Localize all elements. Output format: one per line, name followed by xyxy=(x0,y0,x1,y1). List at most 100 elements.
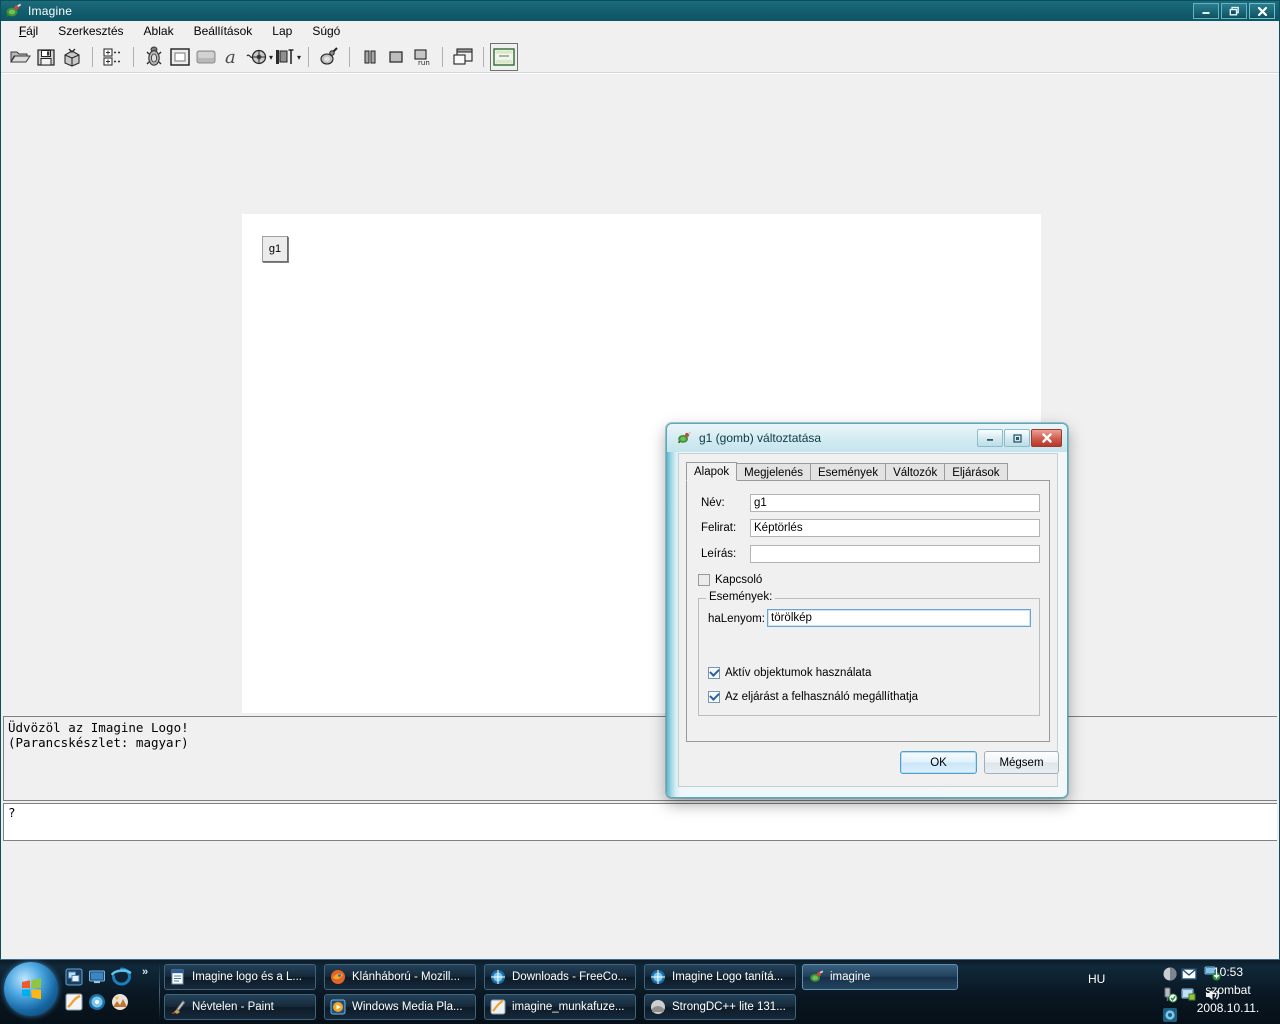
pages-list-icon[interactable] xyxy=(100,44,126,70)
cancel-button[interactable]: Mégsem xyxy=(984,751,1059,774)
toolbar-separator xyxy=(133,47,134,67)
task-button-word[interactable]: Imagine logo és a L... xyxy=(164,964,316,990)
page-client-area: g1 Üdvözöl az Imagine Logo! (Parancskész… xyxy=(2,73,1278,859)
task-button-wmp[interactable]: Windows Media Pla... xyxy=(324,994,476,1020)
menu-item-lap[interactable]: Lap xyxy=(262,22,302,40)
browser-globe-icon xyxy=(650,969,666,985)
package-icon[interactable] xyxy=(59,44,85,70)
dialog-titlebar: g1 (gomb) változtatása xyxy=(667,424,1067,452)
menu-item-fajl[interactable]: FFájl xyxy=(9,22,48,40)
menu-item-sugo[interactable]: Súgó xyxy=(302,22,350,40)
quicklaunch-chevron-icon[interactable]: » xyxy=(142,966,148,978)
g1-button[interactable]: g1 xyxy=(262,236,288,262)
tab-esemenyek[interactable]: Események xyxy=(810,463,887,481)
tab-alapok[interactable]: Alapok xyxy=(686,462,738,481)
switch-checkbox[interactable] xyxy=(698,574,710,586)
word-document-icon xyxy=(170,969,186,985)
dialog-tabstrip: Alapok Megjelenés Események Változók Elj… xyxy=(686,462,1050,481)
window-icon[interactable] xyxy=(450,44,476,70)
toolbar-separator xyxy=(483,47,485,67)
stop-icon[interactable] xyxy=(383,44,409,70)
toolbar-separator xyxy=(442,47,444,67)
task-button-firefox[interactable]: Klánháború - Mozill... xyxy=(324,964,476,990)
minimize-button[interactable] xyxy=(1193,3,1219,19)
onpress-label: haLenyom: xyxy=(708,613,765,625)
media-center-icon[interactable] xyxy=(88,993,106,1011)
window-controls xyxy=(1193,3,1275,19)
svg-text:run: run xyxy=(418,59,430,67)
dialog-close-button[interactable] xyxy=(1031,429,1062,447)
close-button[interactable] xyxy=(1249,3,1275,19)
dialog-tabpanel-alapok: Név: g1 Felirat: Képtörlés Leírás: Kapcs… xyxy=(686,480,1050,742)
description-input[interactable] xyxy=(750,545,1040,563)
tab-valtozok[interactable]: Változók xyxy=(885,463,946,481)
internet-explorer-icon[interactable] xyxy=(111,966,132,987)
photo-gallery-icon[interactable] xyxy=(111,993,129,1011)
volume-disk-icon[interactable] xyxy=(1162,966,1178,982)
menu-item-szerkesztes[interactable]: Szerkesztés xyxy=(48,22,133,40)
menu-item-beallitasok[interactable]: Beállítások xyxy=(184,22,263,40)
task-label: Windows Media Pla... xyxy=(352,1001,463,1013)
imagine-quick-icon[interactable] xyxy=(65,993,83,1011)
taskbar-divider xyxy=(159,963,160,1021)
dialog-minimize-button[interactable] xyxy=(977,429,1003,447)
task-button-imagine-tutorial[interactable]: Imagine Logo tanítá... xyxy=(644,964,796,990)
task-button-paint[interactable]: Névtelen - Paint xyxy=(164,994,316,1020)
clock[interactable]: 10:53 szombat 2008.10.11. xyxy=(1182,964,1274,1017)
show-desktop-icon[interactable] xyxy=(88,968,106,986)
tab-megjelenes[interactable]: Megjelenés xyxy=(736,463,811,481)
task-button-imagine-workbook[interactable]: imagine_munkafuze... xyxy=(484,994,636,1020)
user-can-stop-label: Az eljárást a felhasználó megállíthatja xyxy=(725,691,919,703)
onpress-input[interactable]: törölkép xyxy=(767,609,1031,627)
svg-text:a: a xyxy=(225,47,236,68)
panel-object-icon[interactable] xyxy=(193,44,219,70)
window-titlebar: Imagine xyxy=(1,1,1279,21)
command-prompt: ? xyxy=(8,805,16,820)
use-active-objects-row[interactable]: Aktív objektumok használata xyxy=(708,667,871,679)
text-object-icon[interactable]: a xyxy=(219,44,245,70)
menu-item-ablak[interactable]: Ablak xyxy=(134,22,184,40)
start-button[interactable] xyxy=(4,962,58,1016)
command-input[interactable]: ? xyxy=(3,803,1277,841)
antivirus-icon[interactable] xyxy=(1162,1007,1178,1023)
description-label: Leírás: xyxy=(701,548,737,560)
dialog-restore-button[interactable] xyxy=(1004,429,1030,447)
save-icon[interactable] xyxy=(33,44,59,70)
task-label: imagine xyxy=(830,971,871,983)
task-button-imagine-active[interactable]: imagine xyxy=(802,964,958,990)
usb-safe-remove-icon[interactable] xyxy=(1162,987,1178,1003)
button-object-icon[interactable] xyxy=(167,44,193,70)
toolbar-separator xyxy=(92,47,93,67)
switch-checkbox-row[interactable]: Kapcsoló xyxy=(698,574,762,586)
name-input[interactable]: g1 xyxy=(750,494,1040,512)
slider-object-icon[interactable] xyxy=(273,44,299,70)
run-icon[interactable]: run xyxy=(409,44,435,70)
open-icon[interactable] xyxy=(7,44,33,70)
media-object-icon[interactable] xyxy=(245,44,271,70)
events-group-title: Események: xyxy=(706,591,776,603)
pause-icon[interactable] xyxy=(357,44,383,70)
language-indicator[interactable]: HU xyxy=(1088,972,1105,986)
task-button-downloads[interactable]: Downloads - FreeCo... xyxy=(484,964,636,990)
switch-checkbox-label: Kapcsoló xyxy=(715,574,763,586)
clock-time: 10:53 xyxy=(1212,965,1244,979)
toolbar-separator xyxy=(349,47,351,67)
tab-eljarasok[interactable]: Eljárások xyxy=(944,463,1008,481)
turtle-icon[interactable] xyxy=(141,44,167,70)
user-can-stop-row[interactable]: Az eljárást a felhasználó megállíthatja xyxy=(708,691,918,703)
use-active-objects-checkbox[interactable] xyxy=(708,667,720,679)
logo-paint-icon[interactable] xyxy=(316,44,342,70)
dialog-window-controls xyxy=(977,429,1062,447)
task-button-strongdc[interactable]: StrongDC++ lite 131... xyxy=(644,994,796,1020)
caption-label: Felirat: xyxy=(701,522,737,534)
ok-button[interactable]: OK xyxy=(900,751,977,774)
windows-start-orb-icon xyxy=(22,978,41,1000)
events-group: Események: haLenyom: törölkép Aktív obje… xyxy=(698,591,1040,716)
caption-input[interactable]: Képtörlés xyxy=(750,519,1040,537)
restore-button[interactable] xyxy=(1221,3,1247,19)
task-label: StrongDC++ lite 131... xyxy=(672,1001,786,1013)
memo-icon[interactable] xyxy=(490,43,519,71)
user-can-stop-checkbox[interactable] xyxy=(708,691,720,703)
paint-icon xyxy=(170,999,186,1015)
show-desktop-switch-icon[interactable] xyxy=(65,968,83,986)
